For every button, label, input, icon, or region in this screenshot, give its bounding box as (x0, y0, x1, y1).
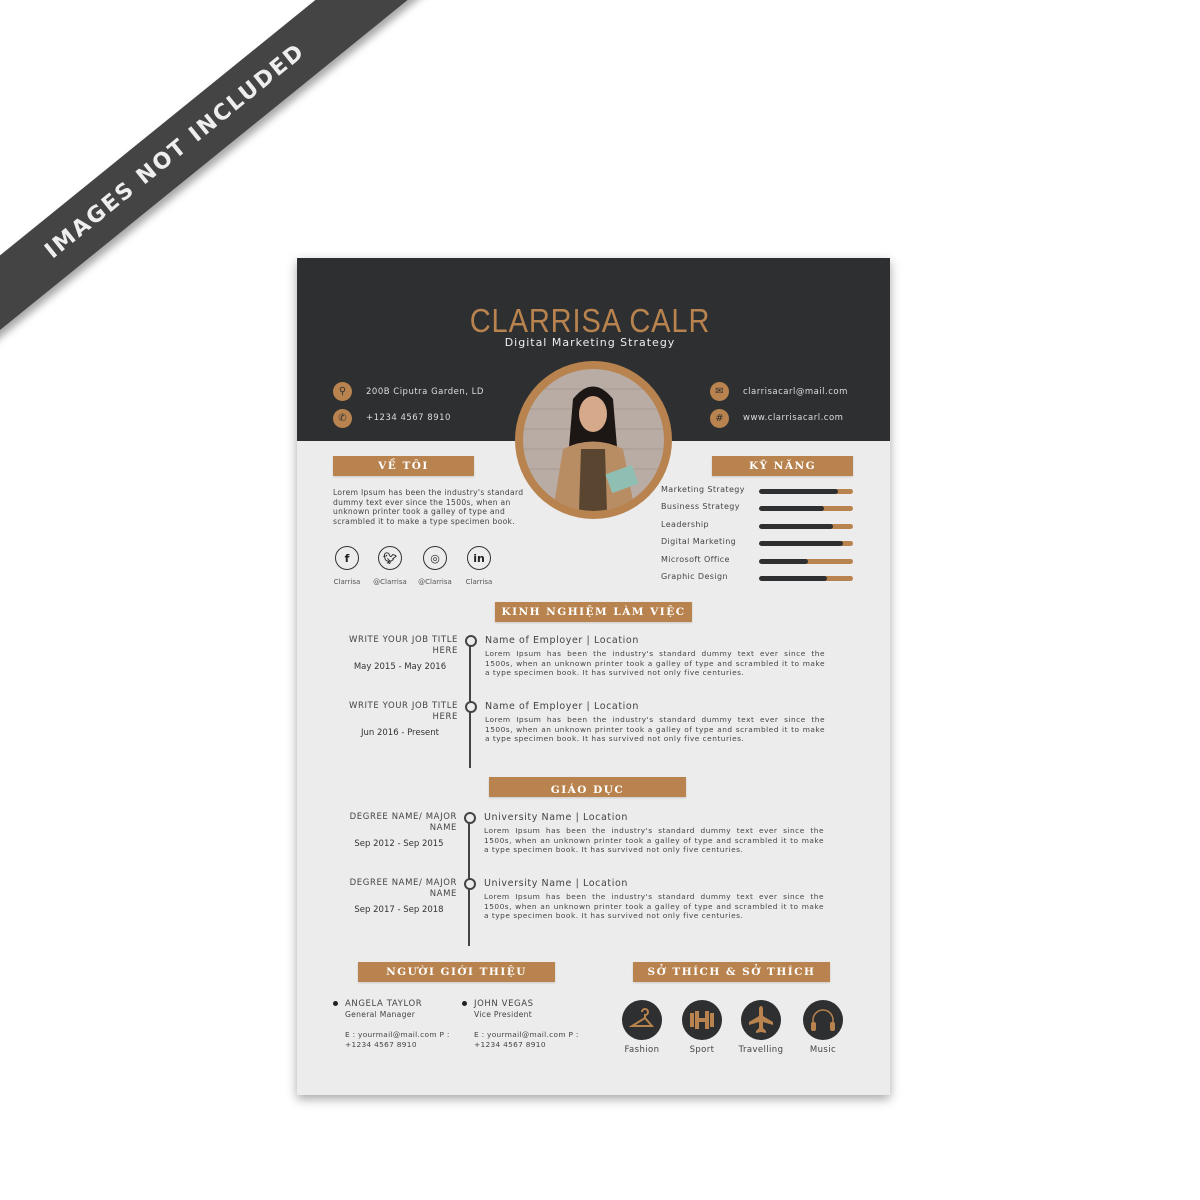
skill-label: Digital Marketing (661, 537, 737, 547)
web-icon: # (710, 409, 729, 428)
experience-heading: Name of Employer | Location (485, 635, 639, 646)
about-header: VỀ TÔI (333, 456, 474, 476)
education-heading: University Name | Location (484, 812, 628, 823)
education-description: Lorem Ipsum has been the industry's stan… (484, 826, 824, 855)
skill-bar (759, 558, 853, 564)
reference-role: Vice President (474, 1010, 533, 1019)
skill-bar (759, 576, 853, 581)
skill-label: Microsoft Office (661, 554, 730, 564)
role-subtitle: Digital Marketing Strategy (504, 336, 676, 349)
references-header: NGƯỜI GIỚI THIỆU (358, 962, 555, 982)
experience-description: Lorem Ipsum has been the industry's stan… (485, 649, 825, 678)
linkedin-label: Clarrisa (465, 578, 493, 586)
skill-bar-fill (759, 489, 838, 494)
timeline-node (464, 878, 476, 890)
education-description: Lorem Ipsum has been the industry's stan… (484, 892, 824, 921)
skill-bar-fill (759, 506, 824, 512)
phone: +1234 4567 8910 (366, 413, 451, 423)
timeline-node (464, 812, 476, 824)
hobby-label: Music (809, 1045, 837, 1055)
skill-bar-fill (759, 523, 834, 529)
timeline-node (465, 701, 477, 713)
profile-photo (523, 369, 664, 511)
experience-title: WRITE YOUR JOB TITLE HERE (348, 701, 458, 722)
experience-description: Lorem Ipsum has been the industry's stan… (485, 715, 825, 744)
bullet-dot (333, 1001, 338, 1006)
skill-bar (759, 506, 853, 512)
location-pin-icon: ⚲ (333, 382, 352, 401)
hanger-icon[interactable] (622, 1000, 662, 1040)
skill-row: Graphic Design (661, 572, 861, 586)
skill-row: Marketing Strategy (661, 485, 861, 499)
facebook-icon[interactable]: f (335, 546, 359, 570)
education-date: Sep 2017 - Sep 2018 (354, 905, 444, 915)
resume-page: CLARRISA CALR Digital Marketing Strategy… (297, 258, 890, 1095)
profile-photo-frame (515, 361, 672, 519)
skill-row: Digital Marketing (661, 537, 861, 551)
skill-bar (759, 523, 853, 529)
education-title: DEGREE NAME/ MAJOR NAME (349, 812, 457, 833)
skill-row: Business Strategy (661, 502, 861, 516)
experience-date: May 2015 - May 2016 (353, 662, 447, 672)
timeline-node (465, 635, 477, 647)
skill-bar-fill (759, 558, 808, 564)
reference-role: General Manager (345, 1010, 416, 1019)
airplane-icon[interactable] (741, 1000, 781, 1040)
phone-icon: ✆ (333, 409, 352, 428)
name-title: CLARRISA CALR (469, 302, 711, 339)
skill-label: Leadership (661, 519, 709, 529)
email[interactable]: clarrisacarl@mail.com (743, 387, 848, 397)
instagram-icon[interactable]: ◎ (423, 546, 447, 570)
twitter-icon[interactable]: 🐦︎ (378, 546, 402, 570)
skill-row: Microsoft Office (661, 555, 861, 569)
education-heading: University Name | Location (484, 878, 628, 889)
skill-bar (759, 489, 853, 494)
address: 200B Ciputra Garden, LD (366, 387, 484, 397)
skill-bar (759, 541, 853, 547)
experience-heading: Name of Employer | Location (485, 701, 639, 712)
skill-label: Graphic Design (661, 572, 728, 581)
skill-label: Marketing Strategy (661, 485, 745, 494)
reference-contact: E : yourmail@mail.com P : +1234 4567 891… (474, 1030, 579, 1049)
skill-bar-fill (759, 541, 843, 547)
experience-header: KINH NGHIỆM LÀM VIỆC (495, 602, 692, 622)
linkedin-icon[interactable]: in (467, 546, 491, 570)
bullet-dot (462, 1001, 467, 1006)
ribbon-text: IMAGES NOT INCLUDED (40, 38, 310, 264)
skills-header: KỸ NĂNG (712, 456, 853, 476)
twitter-label: @Clarrisa (373, 578, 407, 586)
about-text: Lorem Ipsum has been the industry's stan… (333, 488, 524, 526)
reference-name: ANGELA TAYLOR (345, 999, 423, 1009)
website[interactable]: www.clarrisacarl.com (743, 413, 843, 423)
headphones-icon[interactable] (803, 1000, 843, 1040)
skill-label: Business Strategy (661, 502, 740, 512)
instagram-label: @Clarrisa (418, 578, 452, 586)
reference-contact: E : yourmail@mail.com P : +1234 4567 891… (345, 1030, 450, 1049)
hobby-label: Travelling (738, 1045, 784, 1055)
experience-title: WRITE YOUR JOB TITLE HERE (348, 635, 458, 656)
skill-bar-fill (759, 576, 827, 581)
skill-row: Leadership (661, 520, 861, 534)
mail-icon: ✉ (710, 382, 729, 401)
experience-date: Jun 2016 - Present (361, 728, 439, 738)
education-title: DEGREE NAME/ MAJOR NAME (349, 878, 457, 899)
dumbbell-icon[interactable] (682, 1000, 722, 1040)
education-date: Sep 2012 - Sep 2015 (354, 839, 444, 849)
hobbies-header: SỞ THÍCH & SỞ THÍCH (633, 962, 830, 982)
reference-name: JOHN VEGAS (474, 999, 534, 1009)
education-header: GIÁO DỤC (489, 777, 686, 797)
